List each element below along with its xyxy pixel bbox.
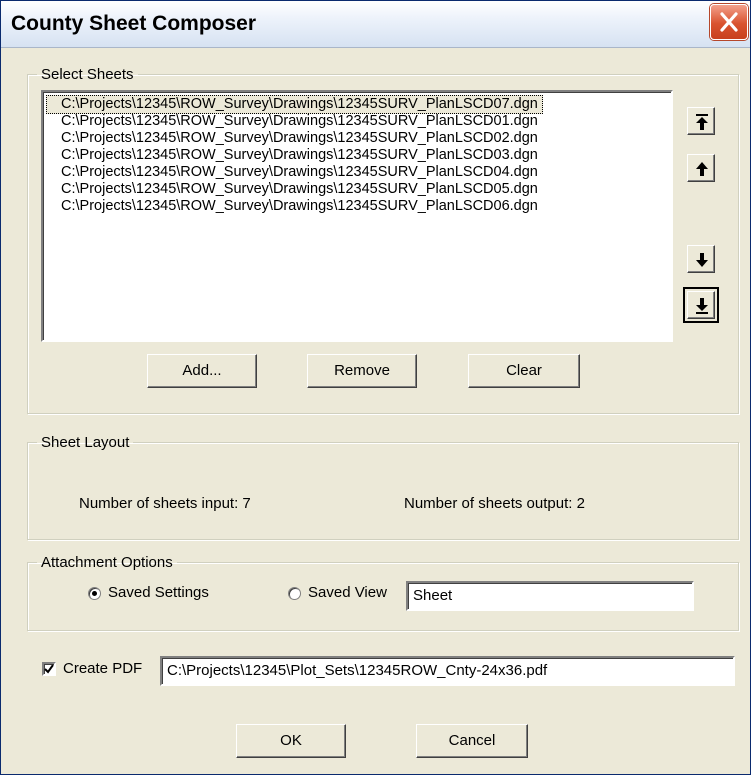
saved-settings-label[interactable]: Saved Settings	[108, 584, 209, 601]
select-sheets-legend: Select Sheets	[41, 66, 134, 83]
move-to-bottom-icon	[696, 298, 708, 314]
add-button[interactable]: Add...	[147, 354, 257, 388]
dialog-client-area: Select Sheets C:\Projects\12345\ROW_Surv…	[1, 48, 750, 774]
list-item[interactable]: C:\Projects\12345\ROW_Survey\Drawings\12…	[61, 113, 538, 130]
create-pdf-label[interactable]: Create PDF	[63, 660, 142, 677]
checkmark-icon	[44, 664, 54, 674]
list-item[interactable]: C:\Projects\12345\ROW_Survey\Drawings\12…	[61, 164, 538, 181]
cancel-button[interactable]: Cancel	[416, 724, 528, 758]
pdf-path-input[interactable]: C:\Projects\12345\Plot_Sets\12345ROW_Cnt…	[160, 656, 735, 686]
move-to-top-icon	[696, 114, 708, 130]
sheet-layout-group: Sheet Layout	[27, 434, 739, 540]
sheet-file-list[interactable]: C:\Projects\12345\ROW_Survey\Drawings\12…	[41, 90, 673, 342]
ok-button[interactable]: OK	[236, 724, 346, 758]
sheets-input-count: Number of sheets input: 7	[79, 495, 251, 512]
attachment-options-legend: Attachment Options	[41, 554, 173, 571]
radio-selected-dot	[92, 591, 97, 596]
clear-button[interactable]: Clear	[468, 354, 580, 388]
move-down-icon	[696, 253, 708, 267]
close-icon	[720, 12, 738, 32]
list-item[interactable]: C:\Projects\12345\ROW_Survey\Drawings\12…	[46, 95, 543, 114]
sheets-output-count: Number of sheets output: 2	[404, 495, 585, 512]
move-up-button[interactable]	[687, 154, 715, 182]
county-sheet-composer-dialog: County Sheet Composer Select Sheets C:\P…	[0, 0, 751, 775]
sheet-layout-legend: Sheet Layout	[41, 434, 130, 451]
saved-view-radio[interactable]	[288, 587, 301, 600]
list-item[interactable]: C:\Projects\12345\ROW_Survey\Drawings\12…	[61, 147, 538, 164]
create-pdf-checkbox[interactable]	[42, 662, 56, 676]
saved-view-input[interactable]: Sheet	[406, 581, 694, 611]
dialog-title: County Sheet Composer	[11, 12, 257, 35]
move-up-icon	[696, 162, 708, 176]
remove-button[interactable]: Remove	[307, 354, 417, 388]
list-item[interactable]: C:\Projects\12345\ROW_Survey\Drawings\12…	[61, 181, 538, 198]
list-item[interactable]: C:\Projects\12345\ROW_Survey\Drawings\12…	[61, 130, 538, 147]
close-button[interactable]	[710, 4, 748, 40]
title-bar[interactable]: County Sheet Composer	[1, 1, 750, 48]
list-item[interactable]: C:\Projects\12345\ROW_Survey\Drawings\12…	[61, 198, 538, 215]
move-down-button[interactable]	[687, 245, 715, 273]
saved-settings-radio[interactable]	[88, 587, 101, 600]
move-to-top-button[interactable]	[687, 107, 715, 135]
move-to-bottom-button[interactable]	[683, 287, 719, 323]
saved-view-label[interactable]: Saved View	[308, 584, 387, 601]
